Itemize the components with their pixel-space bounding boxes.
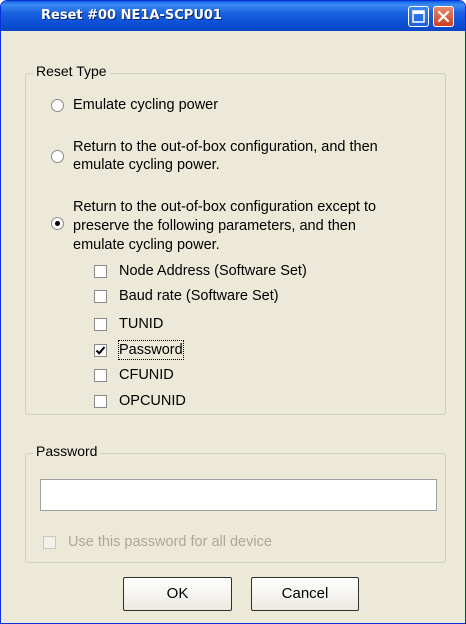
param-label-opcunid: OPCUNID	[119, 393, 186, 409]
reset-dialog: Reset #00 NE1A-SCPU01 Reset Type Emulate…	[0, 0, 466, 624]
close-icon	[437, 10, 450, 23]
cancel-button[interactable]: Cancel	[251, 577, 359, 611]
reset-type-legend: Reset Type	[33, 63, 110, 79]
option-label-preserve-line3: emulate cycling power.	[73, 237, 220, 253]
ok-button[interactable]: OK	[123, 577, 232, 611]
maximize-button[interactable]	[408, 6, 429, 27]
checkbox-node-address[interactable]	[94, 265, 107, 278]
param-label-tunid: TUNID	[119, 316, 164, 332]
checkmark-icon	[95, 346, 106, 355]
password-input[interactable]	[40, 479, 437, 511]
checkbox-tunid[interactable]	[94, 318, 107, 331]
param-label-password: Password	[118, 340, 184, 360]
radio-emulate-cycling-power[interactable]	[51, 99, 64, 112]
checkbox-password[interactable]	[94, 344, 107, 357]
window-title: Reset #00 NE1A-SCPU01	[41, 8, 222, 23]
checkbox-use-for-all	[43, 536, 56, 549]
use-for-all-label: Use this password for all device	[68, 534, 272, 550]
param-label-cfunid: CFUNID	[119, 367, 174, 383]
radio-out-of-box-preserve[interactable]	[51, 217, 64, 230]
radio-out-of-box[interactable]	[51, 150, 64, 163]
option-label-out-of-box-line1: Return to the out-of-box configuration, …	[73, 139, 378, 155]
title-bar[interactable]: Reset #00 NE1A-SCPU01	[1, 1, 465, 31]
checkbox-baud-rate[interactable]	[94, 290, 107, 303]
option-label-emulate-cycling-power: Emulate cycling power	[73, 97, 219, 113]
option-label-preserve-line2: preserve the following parameters, and t…	[73, 218, 356, 234]
param-label-node-address: Node Address (Software Set)	[119, 263, 307, 279]
option-label-out-of-box-line2: emulate cycling power.	[73, 157, 220, 173]
checkbox-cfunid[interactable]	[94, 369, 107, 382]
option-label-preserve-line1: Return to the out-of-box configuration e…	[73, 199, 377, 215]
param-label-baud-rate: Baud rate (Software Set)	[119, 288, 279, 304]
close-button[interactable]	[433, 6, 454, 27]
checkbox-opcunid[interactable]	[94, 395, 107, 408]
maximize-icon	[412, 10, 425, 23]
password-legend: Password	[33, 443, 101, 459]
